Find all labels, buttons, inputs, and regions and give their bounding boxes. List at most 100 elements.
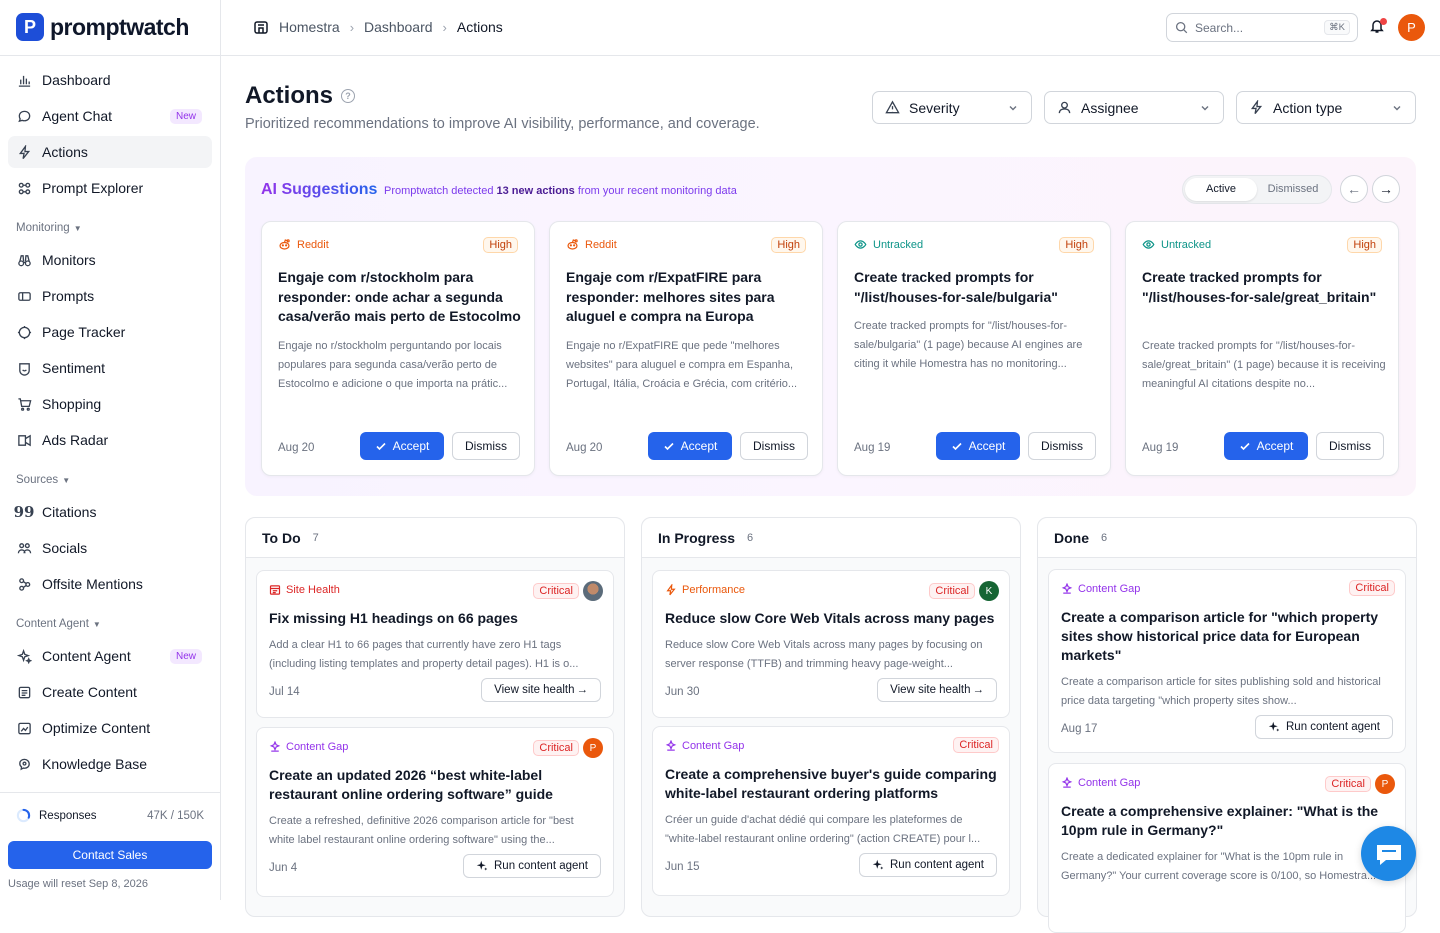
priority-badge: High (1059, 237, 1094, 253)
task-date: Jun 4 (269, 862, 298, 874)
sparkle-icon (1268, 721, 1280, 733)
section-sources[interactable]: Sources ▼ (16, 474, 70, 486)
task-meta: Critical (953, 737, 999, 753)
priority-badge: High (771, 237, 806, 253)
sentiment-icon (16, 360, 32, 376)
brand-logo[interactable]: P promptwatch (16, 13, 189, 41)
accept-button[interactable]: Accept (360, 432, 444, 460)
dismiss-button[interactable]: Dismiss (452, 432, 520, 460)
action-type-filter[interactable]: Action type (1236, 91, 1416, 124)
task-date: Jun 30 (665, 686, 700, 698)
sidebar-item-page-tracker[interactable]: Page Tracker (8, 316, 212, 348)
run-content-agent-button[interactable]: Run content agent (1255, 715, 1393, 739)
section-label: Content Agent (16, 618, 89, 630)
sidebar-item-label: Monitors (42, 252, 96, 268)
accept-button[interactable]: Accept (648, 432, 732, 460)
user-avatar[interactable]: P (1398, 14, 1425, 41)
sidebar-item-knowledge-base[interactable]: Knowledge Base (8, 748, 212, 780)
assignee-filter[interactable]: Assignee (1044, 91, 1224, 124)
sidebar-item-shopping[interactable]: Shopping (8, 388, 212, 420)
run-content-agent-button[interactable]: Run content agent (859, 853, 997, 877)
dismiss-button[interactable]: Dismiss (740, 432, 808, 460)
task-card[interactable]: Performance Critical K Reduce slow Core Web… (652, 570, 1010, 718)
column-header: Done 6 (1038, 518, 1416, 558)
sidebar-item-dashboard[interactable]: Dashboard (8, 64, 212, 96)
sidebar-item-socials[interactable]: Socials (8, 532, 212, 564)
accept-label: Accept (1256, 439, 1294, 453)
source-label: Untracked (1161, 238, 1212, 251)
ai-suggestions-description: Promptwatch detected 13 new actions from… (384, 185, 737, 197)
tab-dismissed[interactable]: Dismissed (1257, 178, 1329, 201)
quote-icon: 99 (13, 503, 35, 521)
notifications-button[interactable] (1369, 18, 1387, 36)
task-card[interactable]: Content Gap Critical Create a comprehensiv… (652, 726, 1010, 896)
task-card[interactable]: Content Gap Critical Create a comparison a… (1048, 569, 1406, 753)
task-category: Site Health (269, 584, 340, 596)
task-date: Jul 14 (269, 686, 300, 698)
suggestion-source: Reddit (566, 238, 617, 251)
sidebar-item-label: Shopping (42, 396, 102, 412)
sidebar-item-citations[interactable]: 99 Citations (8, 496, 212, 528)
sidebar-item-optimize-content[interactable]: Optimize Content (8, 712, 212, 744)
column-to-do: To Do 7 Site Health Critical Fix missing H1 … (245, 517, 625, 917)
tab-active[interactable]: Active (1185, 178, 1257, 201)
priority-badge: Critical (1349, 580, 1395, 596)
severity-filter[interactable]: Severity (872, 91, 1032, 124)
chevron-down-icon (1391, 102, 1403, 114)
chevron-right-icon: › (442, 19, 447, 35)
suggestion-title: Create tracked prompts for "/list/houses… (1142, 269, 1377, 305)
chat-widget-button[interactable] (1361, 826, 1416, 881)
sidebar-item-prompts[interactable]: Prompts (8, 280, 212, 312)
run-content-agent-button[interactable]: Run content agent (463, 854, 601, 878)
sidebar-item-content-agent[interactable]: Content Agent New (8, 640, 212, 672)
new-badge: New (169, 108, 202, 124)
task-body: Create a dedicated explainer for "What i… (1061, 851, 1377, 882)
section-content-agent[interactable]: Content Agent ▼ (16, 618, 101, 630)
divider (0, 792, 220, 793)
assignee-avatar[interactable]: K (979, 581, 999, 601)
assignee-avatar[interactable]: P (1375, 774, 1395, 794)
sidebar-item-sentiment[interactable]: Sentiment (8, 352, 212, 384)
accept-label: Accept (392, 439, 430, 453)
button-label: View site health (494, 684, 575, 696)
accept-label: Accept (680, 439, 718, 453)
assignee-avatar[interactable] (583, 581, 603, 601)
suggestion-card[interactable]: Reddit High Engaje com r/ExpatFIRE para re… (549, 221, 823, 476)
contact-sales-button[interactable]: Contact Sales (8, 841, 212, 869)
button-label: Run content agent (1286, 721, 1380, 733)
task-card[interactable]: Site Health Critical Fix missing H1 headin… (256, 570, 614, 718)
accept-button[interactable]: Accept (1224, 432, 1308, 460)
task-meta: Critical P (1325, 774, 1395, 794)
assignee-avatar[interactable]: P (583, 738, 603, 758)
task-meta: Critical K (929, 581, 999, 601)
view-site-health-button[interactable]: View site health → (481, 678, 601, 702)
sidebar-item-actions[interactable]: Actions (8, 136, 212, 168)
sidebar-item-create-content[interactable]: Create Content (8, 676, 212, 708)
search-input[interactable]: Search... ⌘K (1166, 13, 1358, 42)
suggestion-card[interactable]: Reddit High Engaje com r/stockholm para re… (261, 221, 535, 476)
view-site-health-button[interactable]: View site health → (877, 678, 997, 702)
suggestion-card[interactable]: Untracked High Create tracked prompts for … (837, 221, 1111, 476)
bolt-icon (16, 144, 32, 160)
sidebar-item-agent-chat[interactable]: Agent Chat New (8, 100, 212, 132)
sidebar-item-prompt-explorer[interactable]: Prompt Explorer (8, 172, 212, 204)
dismiss-button[interactable]: Dismiss (1028, 432, 1096, 460)
sidebar-item-ads-radar[interactable]: Ads Radar (8, 424, 212, 456)
suggestion-card[interactable]: Untracked High Create tracked prompts for … (1125, 221, 1399, 476)
sidebar-item-offsite-mentions[interactable]: Offsite Mentions (8, 568, 212, 600)
section-monitoring[interactable]: Monitoring ▼ (16, 222, 82, 234)
breadcrumb-dashboard[interactable]: Dashboard (364, 19, 433, 35)
breadcrumb-homestra[interactable]: Homestra (279, 19, 340, 35)
accept-button[interactable]: Accept (936, 432, 1020, 460)
suggestion-date: Aug 19 (854, 442, 891, 454)
task-card[interactable]: Content Gap Critical P Create a comprehensi… (1048, 763, 1406, 933)
help-icon[interactable]: ? (341, 89, 356, 103)
sidebar-item-monitors[interactable]: Monitors (8, 244, 212, 276)
prev-button[interactable]: ← (1340, 175, 1368, 203)
priority-badge: High (1347, 237, 1382, 253)
task-title: Create a comprehensive buyer's guide com… (665, 766, 997, 801)
next-button[interactable]: → (1372, 175, 1400, 203)
task-card[interactable]: Content Gap Critical P Create an updated 20… (256, 727, 614, 897)
dismiss-button[interactable]: Dismiss (1316, 432, 1384, 460)
arrow-left-icon: ← (1347, 181, 1361, 197)
